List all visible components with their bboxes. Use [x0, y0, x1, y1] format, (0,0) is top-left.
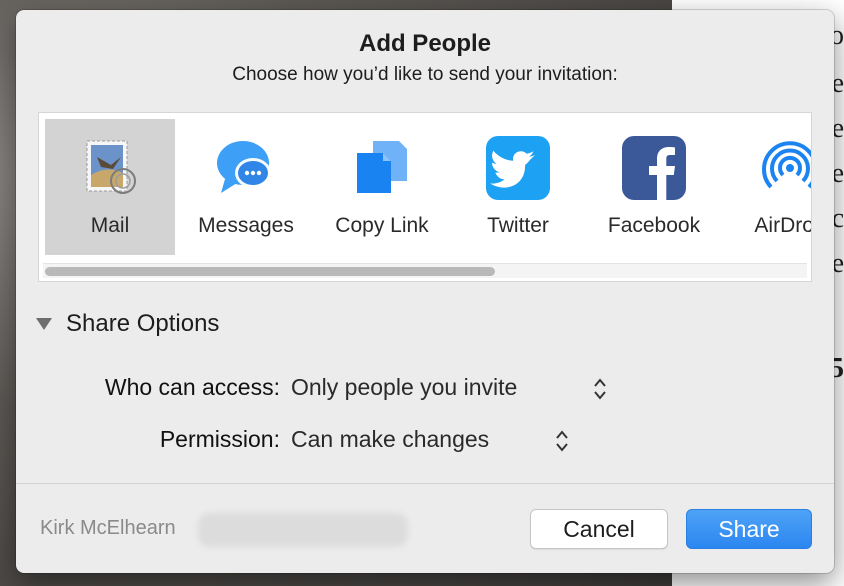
share-button[interactable]: Share: [686, 509, 812, 549]
redacted-email: [198, 513, 408, 547]
service-mail[interactable]: Mail: [45, 119, 175, 255]
service-facebook[interactable]: Facebook: [589, 119, 719, 255]
scrollbar-thumb[interactable]: [45, 267, 495, 276]
share-services-strip: Mail Messages Copy Link Twitter Facebook…: [38, 112, 812, 282]
share-options-heading: Share Options: [66, 310, 220, 337]
dialog-title: Add People: [358, 30, 491, 57]
messages-bubble-icon: [217, 141, 271, 193]
account-name: Kirk McElhearn: [40, 517, 176, 539]
who-can-access-value: Only people you invite: [291, 374, 518, 400]
services-scrollbar[interactable]: [43, 263, 807, 278]
who-can-access-label: Who can access:: [104, 374, 280, 400]
who-can-access-stepper-icon[interactable]: [593, 376, 607, 402]
add-people-dialog: Add People Choose how you’d like to send…: [16, 10, 834, 573]
footer-divider: [16, 483, 834, 484]
cancel-button[interactable]: Cancel: [530, 509, 668, 549]
airdrop-icon: [762, 141, 811, 189]
disclosure-triangle-icon[interactable]: [36, 318, 52, 330]
service-label: AirDrop: [754, 214, 811, 237]
facebook-f-icon: [622, 136, 686, 201]
copy-link-icon: [357, 141, 407, 193]
service-copy-link[interactable]: Copy Link: [317, 119, 447, 255]
service-messages[interactable]: Messages: [181, 119, 311, 255]
service-twitter[interactable]: Twitter: [453, 119, 583, 255]
permission-stepper-icon[interactable]: [555, 428, 569, 454]
permission-label: Permission:: [159, 426, 280, 452]
service-airdrop[interactable]: AirDrop: [725, 119, 811, 255]
permission-popup[interactable]: Can make changes: [291, 426, 489, 453]
permission-value: Can make changes: [291, 426, 490, 452]
twitter-bird-icon: [486, 136, 550, 200]
mail-stamp-icon: [86, 140, 136, 194]
dialog-subtitle: Choose how you’d like to send your invit…: [232, 64, 618, 85]
who-can-access-popup[interactable]: Only people you invite: [291, 374, 517, 401]
